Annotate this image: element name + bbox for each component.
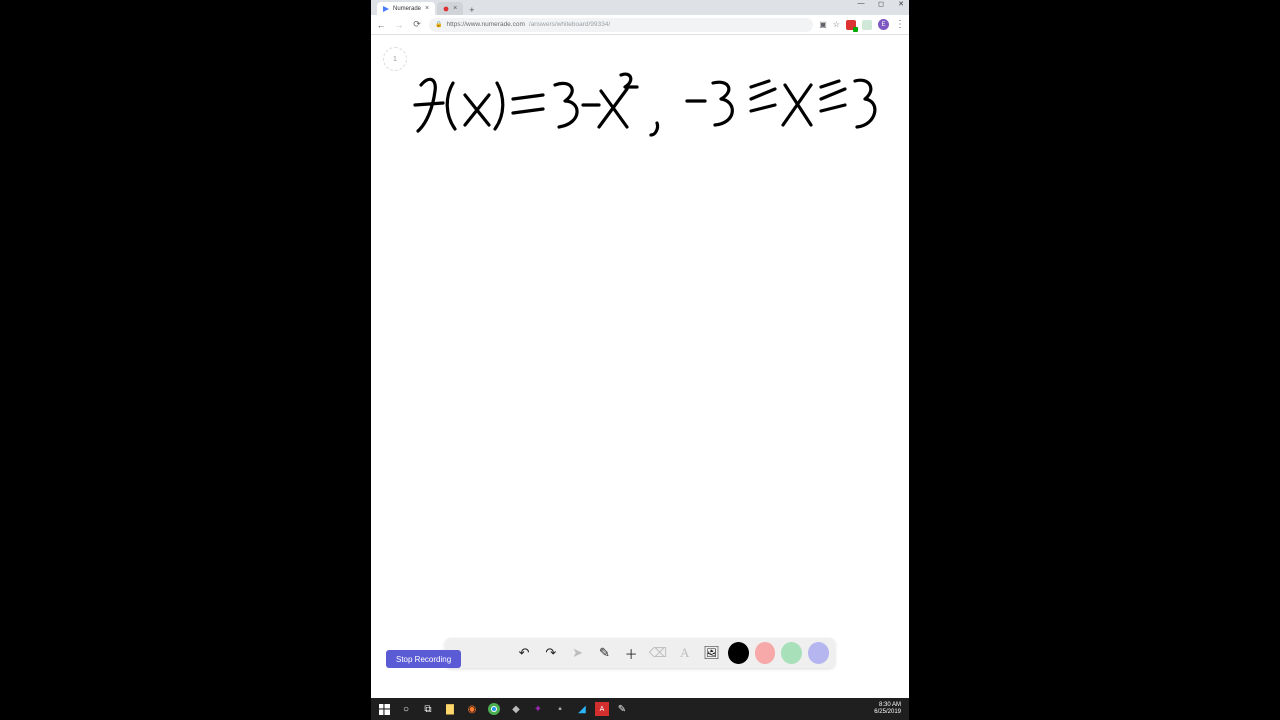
whiteboard-toolbar: ↶ ↷ ➤ ✎ ＋ ⌫ A 🖼 <box>445 638 835 668</box>
browser-tabs: Numerade × × + <box>371 0 478 15</box>
color-swatch-blue[interactable] <box>808 642 829 664</box>
reload-button[interactable]: ⟳ <box>411 19 423 31</box>
bookmark-icon[interactable]: ☆ <box>833 20 840 29</box>
color-swatch-green[interactable] <box>781 642 802 664</box>
desktop-window: Numerade × × + — ◻ ✕ ← → ⟳ 🔒 https://www… <box>371 0 909 720</box>
windows-taskbar: ○ ⧉ ▇ ◉ ◆ ✦ ▪ ◢ A ✎ 8:30 AM 6/25/2019 <box>371 698 909 720</box>
browser-titlebar: Numerade × × + — ◻ ✕ <box>371 0 909 15</box>
cortana-icon[interactable]: ○ <box>397 700 415 718</box>
tab-numerade[interactable]: Numerade × <box>377 2 435 15</box>
media-icon[interactable]: ▣ <box>819 20 827 29</box>
terminal-icon[interactable]: ▪ <box>551 700 569 718</box>
text-tool[interactable]: A <box>674 642 695 664</box>
acrobat-icon[interactable]: A <box>595 702 609 716</box>
lock-icon: 🔒 <box>435 21 442 28</box>
tab-recording[interactable]: × <box>437 2 463 15</box>
close-button[interactable]: ✕ <box>895 0 907 8</box>
system-clock[interactable]: 8:30 AM 6/25/2019 <box>874 702 905 715</box>
extension-icon-2[interactable] <box>862 20 872 30</box>
color-swatch-red[interactable] <box>755 642 776 664</box>
start-button[interactable] <box>375 700 393 718</box>
numerade-favicon-icon <box>383 6 389 12</box>
tab-title: Numerade <box>393 6 421 12</box>
minimize-button[interactable]: — <box>855 0 867 8</box>
firefox-icon[interactable]: ◉ <box>463 700 481 718</box>
pointer-tool[interactable]: ➤ <box>567 642 588 664</box>
image-tool[interactable]: 🖼 <box>701 642 722 664</box>
tab-close-icon[interactable]: × <box>425 5 429 12</box>
redo-button[interactable]: ↷ <box>540 642 561 664</box>
maximize-button[interactable]: ◻ <box>875 0 887 8</box>
color-swatch-black[interactable] <box>728 642 749 664</box>
browser-menu-icon[interactable]: ⋮ <box>895 19 905 30</box>
profile-avatar[interactable]: E <box>878 19 889 30</box>
forward-button[interactable]: → <box>393 19 405 31</box>
pen-tool[interactable]: ✎ <box>594 642 615 664</box>
add-tool[interactable]: ＋ <box>621 642 642 664</box>
whiteboard-area[interactable]: 1 <box>371 35 909 698</box>
tab-close-icon[interactable]: × <box>453 5 457 12</box>
new-tab-button[interactable]: + <box>465 5 478 15</box>
app-icon-2[interactable]: ✦ <box>529 700 547 718</box>
browser-toolbar: ← → ⟳ 🔒 https://www.numerade.com/answers… <box>371 15 909 35</box>
app-icon-3[interactable]: ✎ <box>613 700 631 718</box>
file-explorer-icon[interactable]: ▇ <box>441 700 459 718</box>
chrome-icon[interactable] <box>485 700 503 718</box>
window-controls: — ◻ ✕ <box>855 0 907 8</box>
app-icon-1[interactable]: ◆ <box>507 700 525 718</box>
vscode-icon[interactable]: ◢ <box>573 700 591 718</box>
toolbar-right: ▣ ☆ E ⋮ <box>819 19 905 30</box>
record-favicon-icon <box>443 6 449 12</box>
url-path: /answers/whiteboard/99334/ <box>529 21 610 28</box>
back-button[interactable]: ← <box>375 19 387 31</box>
eraser-tool[interactable]: ⌫ <box>648 642 669 664</box>
url-host: https://www.numerade.com <box>446 21 524 28</box>
address-bar[interactable]: 🔒 https://www.numerade.com/answers/white… <box>429 18 813 32</box>
task-view-icon[interactable]: ⧉ <box>419 700 437 718</box>
extension-icon[interactable] <box>846 20 856 30</box>
undo-button[interactable]: ↶ <box>514 642 535 664</box>
stop-recording-button[interactable]: Stop Recording <box>386 650 461 668</box>
handwriting-stroke <box>371 35 909 695</box>
